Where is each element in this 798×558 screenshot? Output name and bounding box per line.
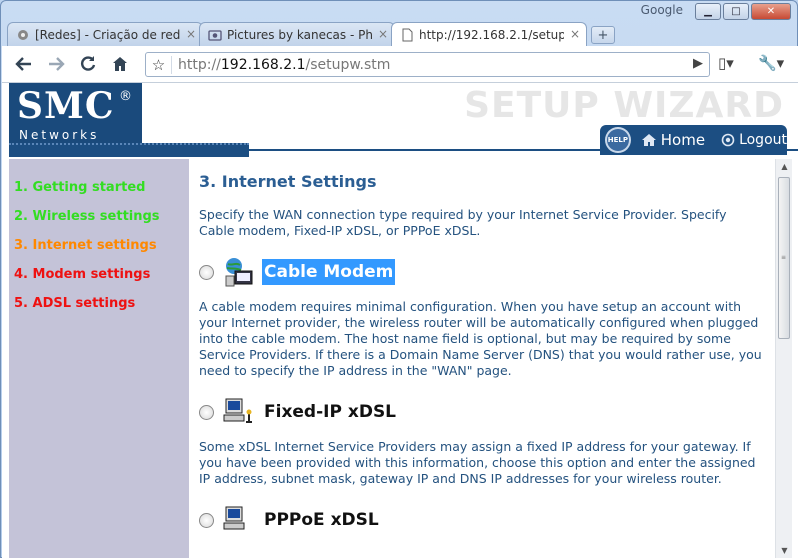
gear-icon <box>18 29 28 40</box>
logout-link[interactable]: Logout <box>721 132 787 148</box>
maximize-button[interactable]: □ <box>723 3 749 20</box>
fixed-ip-description: Some xDSL Internet Service Providers may… <box>199 439 756 486</box>
sidebar-item-adsl-settings[interactable]: 5. ADSL settings <box>9 296 189 325</box>
bookmark-star-icon[interactable]: ☆ <box>146 55 172 74</box>
tab-close-icon[interactable]: × <box>378 27 388 41</box>
option-pppoe-xdsl: PPPoE xDSL <box>199 503 765 537</box>
sidebar-item-modem-settings[interactable]: 4. Modem settings <box>9 267 189 296</box>
help-button[interactable]: HELP <box>605 127 631 153</box>
fixed-ip-computer-icon <box>223 398 252 423</box>
pppoe-icon <box>223 506 245 530</box>
page-viewport: SMC ® Networks SETUP WIZARD HELP Home Lo… <box>2 83 798 558</box>
page-icon <box>402 28 413 41</box>
tab-title: http://192.168.2.1/setup... <box>419 27 564 42</box>
cable-modem-label[interactable]: Cable Modem <box>262 259 396 285</box>
address-bar[interactable]: ☆ http://192.168.2.1/setupw.stm ▶ <box>145 52 710 77</box>
photo-icon <box>208 29 222 41</box>
pppoe-radio[interactable] <box>199 512 214 528</box>
forward-button[interactable] <box>42 51 70 77</box>
google-label: Google <box>640 3 683 17</box>
house-icon <box>641 134 656 146</box>
sidebar-item-getting-started[interactable]: 1. Getting started <box>9 180 189 209</box>
tab-close-icon[interactable]: × <box>570 27 580 41</box>
tab-setup[interactable]: http://192.168.2.1/setup... × <box>391 22 587 46</box>
pppoe-label[interactable]: PPPoE xDSL <box>262 507 381 533</box>
scroll-down-icon[interactable]: ▼ <box>776 543 793 558</box>
intro-text: Specify the WAN connection type required… <box>199 207 727 238</box>
browser-window: Google ▁ □ ✕ [Redes] - Criação de rede..… <box>0 0 798 558</box>
tab-title: [Redes] - Criação de rede... <box>35 27 180 42</box>
home-link[interactable]: Home <box>641 131 705 149</box>
sidebar-item-internet-settings[interactable]: 3. Internet settings <box>9 238 189 267</box>
page-menu-icon[interactable]: ▯▾ <box>718 54 734 72</box>
option-fixed-ip-xdsl: Fixed-IP xDSL <box>199 395 765 429</box>
back-arrow-icon <box>15 57 31 71</box>
smc-logo: SMC ® Networks <box>9 83 142 143</box>
section-title: 3. Internet Settings <box>199 172 377 191</box>
logout-icon <box>721 133 735 147</box>
close-window-button[interactable]: ✕ <box>751 3 791 20</box>
cable-modem-icon <box>225 258 253 287</box>
tab-pictures[interactable]: Pictures by kanecas - Ph... × <box>199 22 395 46</box>
page-title: SETUP WIZARD <box>464 85 784 126</box>
header-rule <box>9 143 249 157</box>
wrench-menu-icon[interactable]: 🔧▾ <box>758 54 784 72</box>
reload-icon <box>81 56 96 71</box>
browser-toolbar: ☆ http://192.168.2.1/setupw.stm ▶ ▯▾ 🔧▾ <box>2 46 798 83</box>
tab-strip: [Redes] - Criação de rede... × Pictures … <box>7 22 615 46</box>
option-cable-modem: Cable Modem <box>199 255 765 289</box>
forward-arrow-icon <box>49 57 65 71</box>
back-button[interactable] <box>10 51 38 77</box>
router-header: SMC ® Networks SETUP WIZARD HELP Home Lo… <box>2 83 798 159</box>
content-scrollbar[interactable]: ▲ ≡ ▼ <box>775 159 792 558</box>
main-content: 3. Internet Settings Specify the WAN con… <box>189 159 775 558</box>
go-arrow-icon[interactable]: ▶ <box>693 56 703 71</box>
wizard-sidebar: 1. Getting started 2. Wireless settings … <box>9 159 189 558</box>
scroll-up-icon[interactable]: ▲ <box>776 159 793 175</box>
home-button[interactable] <box>106 51 134 77</box>
cable-modem-radio[interactable] <box>199 264 214 280</box>
minimize-button[interactable]: ▁ <box>695 3 721 20</box>
tab-redes[interactable]: [Redes] - Criação de rede... × <box>7 22 203 46</box>
new-tab-button[interactable]: + <box>591 26 615 44</box>
scroll-thumb[interactable]: ≡ <box>778 177 790 339</box>
home-icon <box>113 57 127 71</box>
sidebar-item-wireless-settings[interactable]: 2. Wireless settings <box>9 209 189 238</box>
fixed-ip-label[interactable]: Fixed-IP xDSL <box>262 399 398 425</box>
cable-modem-description: A cable modem requires minimal configura… <box>199 299 762 378</box>
reload-button[interactable] <box>74 51 102 77</box>
tab-title: Pictures by kanecas - Ph... <box>227 27 372 42</box>
url-text: http://192.168.2.1/setupw.stm <box>178 56 391 73</box>
router-navbar: HELP Home Logout <box>600 125 787 155</box>
tab-close-icon[interactable]: × <box>186 27 196 41</box>
window-controls: ▁ □ ✕ <box>695 3 791 20</box>
fixed-ip-radio[interactable] <box>199 404 214 420</box>
